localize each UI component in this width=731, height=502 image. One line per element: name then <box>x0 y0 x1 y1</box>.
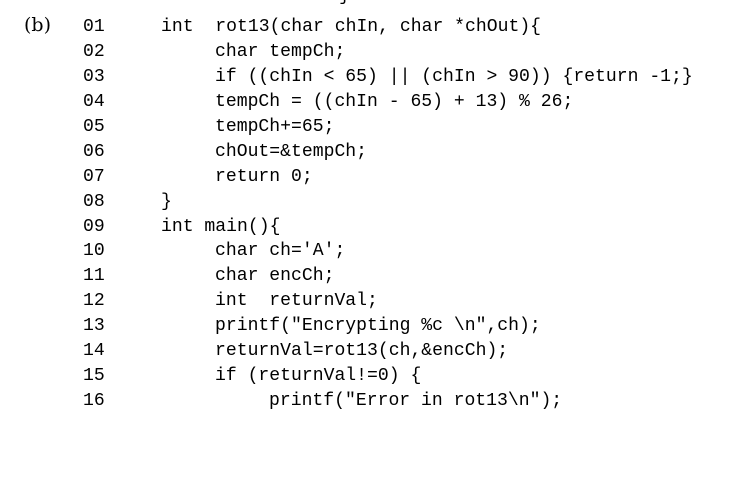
code-text: char tempCh; <box>215 41 346 62</box>
code-line: 10 char ch='A'; <box>0 239 731 264</box>
code-line: 11 char encCh; <box>0 264 731 289</box>
line-number: 10 <box>83 241 105 262</box>
code-line: 14 returnVal=rot13(ch,&encCh); <box>0 339 731 364</box>
line-number: 03 <box>83 66 105 87</box>
code-text: int rot13(char chIn, char *chOut){ <box>161 17 542 37</box>
code-text: if (returnVal!=0) { <box>215 366 422 387</box>
code-text: tempCh = ((chIn - 65) + 13) % 26; <box>215 91 574 112</box>
code-line: 07 return 0; <box>0 165 731 190</box>
line-number: 01 <box>83 17 105 37</box>
line-number: 16 <box>83 391 105 412</box>
line-number: 02 <box>83 41 105 62</box>
code-line: 03 if ((chIn < 65) || (chIn > 90)) {retur… <box>0 65 731 90</box>
code-line: 06 chOut=&tempCh; <box>0 140 731 165</box>
line-number: 05 <box>83 116 105 137</box>
line-number: 15 <box>83 366 105 387</box>
code-text: printf("Encrypting %c \n",ch); <box>215 316 541 337</box>
code-listing: 01 int rot13(char chIn, char *chOut){ 02 ch… <box>0 15 731 414</box>
line-number: 07 <box>83 166 105 187</box>
line-number: 09 <box>83 216 105 237</box>
line-number: 11 <box>83 266 105 287</box>
code-text: char encCh; <box>215 266 335 287</box>
line-number: 12 <box>83 291 105 312</box>
line-number: 04 <box>83 91 105 112</box>
code-text: chOut=&tempCh; <box>215 141 368 162</box>
code-line: 16 printf("Error in rot13\n"); <box>0 389 731 414</box>
code-line: 04 tempCh = ((chIn - 65) + 13) % 26; <box>0 90 731 115</box>
line-number: 08 <box>83 191 105 212</box>
code-line: 09 int main(){ <box>0 215 731 240</box>
code-line: 15 if (returnVal!=0) { <box>0 364 731 389</box>
code-line: 01 int rot13(char chIn, char *chOut){ <box>0 15 731 40</box>
cut-off-line-number: 11 <box>83 0 105 6</box>
code-text: return 0; <box>215 166 313 187</box>
code-text: int main(){ <box>161 216 281 237</box>
code-text: int returnVal; <box>215 291 378 312</box>
code-text: char ch='A'; <box>215 241 346 262</box>
code-line: 12 int returnVal; <box>0 289 731 314</box>
code-text: if ((chIn < 65) || (chIn > 90)) {return … <box>215 66 693 87</box>
code-line: 13 printf("Encrypting %c \n",ch); <box>0 314 731 339</box>
cut-off-line-code: } <box>339 0 350 6</box>
code-line: 05 tempCh+=65; <box>0 115 731 140</box>
code-line: 08} <box>0 190 731 215</box>
code-text: returnVal=rot13(ch,&encCh); <box>215 341 509 362</box>
line-number: 14 <box>83 341 105 362</box>
code-text: } <box>161 191 172 212</box>
code-text: printf("Error in rot13\n"); <box>269 391 563 412</box>
code-line: 02 char tempCh; <box>0 40 731 65</box>
line-number: 13 <box>83 316 105 337</box>
code-text: tempCh+=65; <box>215 116 335 137</box>
line-number: 06 <box>83 141 105 162</box>
